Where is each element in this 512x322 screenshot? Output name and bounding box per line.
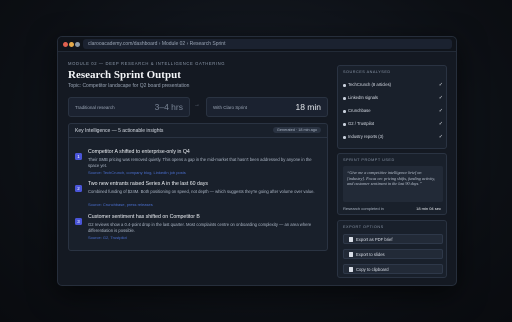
page-title: Research Sprint Output — [68, 69, 181, 81]
check-icon: ✓ — [438, 81, 443, 88]
insight-body: Their SMB pricing was removed quietly. T… — [88, 157, 312, 168]
sprint-prompt-panel: SPRINT PROMPT USED “Give me a competitiv… — [337, 153, 447, 215]
bullet-icon — [343, 97, 346, 100]
insight-body: G2 reviews show a 0.4-point drop in the … — [88, 222, 312, 233]
copy-clipboard-button[interactable]: Copy to clipboard — [343, 264, 443, 274]
bullet-icon — [343, 123, 346, 126]
completed-value: 18 min 04 sec — [416, 206, 441, 211]
slides-icon — [349, 252, 353, 257]
check-icon: ✓ — [438, 94, 443, 101]
source-row: Crunchbase ✓ — [343, 108, 443, 115]
source-row: Industry reports (3) ✓ — [343, 134, 443, 141]
source-row: G2 / Trustpilot ✓ — [343, 121, 443, 128]
export-heading: EXPORT OPTIONS — [343, 225, 384, 229]
insight-body: Combined funding of $24M. Both positioni… — [88, 189, 315, 194]
check-icon: ✓ — [438, 133, 443, 140]
close-window-dot[interactable] — [63, 42, 68, 47]
insight-source-link[interactable]: Source: TechCrunch, company blog, Linked… — [88, 170, 186, 175]
insight-source-link[interactable]: Source: G2, Trustpilot — [88, 235, 127, 240]
module-eyebrow: MODULE 02 — DEEP RESEARCH & INTELLIGENCE… — [68, 61, 226, 66]
completed-label: Research completed in — [343, 206, 384, 211]
prompt-text: “Give me a competitive intelligence brie… — [343, 166, 443, 202]
topic-line: Topic: Competitor landscape for Q2 board… — [68, 83, 190, 89]
time-comparison: Traditional research 3–4 hrs → With Clar… — [68, 97, 328, 117]
source-name: TechCrunch (8 articles) — [348, 82, 392, 87]
intel-heading: Key Intelligence — 5 actionable insights — [75, 128, 164, 134]
minimize-window-dot[interactable] — [69, 42, 74, 47]
sources-heading: SOURCES ANALYSED — [343, 70, 391, 74]
clipboard-icon — [349, 267, 353, 272]
insight-source-link[interactable]: Source: Crunchbase, press releases — [88, 202, 153, 207]
export-slides-label: Export to slides — [356, 252, 385, 257]
check-icon: ✓ — [438, 107, 443, 114]
traditional-label: Traditional research — [75, 105, 115, 110]
prompt-heading: SPRINT PROMPT USED — [343, 158, 395, 162]
source-name: Industry reports (3) — [348, 134, 384, 139]
bullet-icon — [343, 110, 346, 113]
insight-title: Customer sentiment has shifted on Compet… — [88, 214, 200, 220]
copy-clipboard-label: Copy to clipboard — [356, 267, 389, 272]
traditional-value: 3–4 hrs — [154, 102, 183, 112]
source-row: LinkedIn signals ✓ — [343, 95, 443, 102]
export-slides-button[interactable]: Export to slides — [343, 249, 443, 259]
check-icon: ✓ — [438, 120, 443, 127]
generated-badge: Generated · 18 min ago — [272, 127, 321, 133]
insight-title: Competitor A shifted to enterprise-only … — [88, 149, 190, 155]
address-bar[interactable]: clarooacademy.com/dashboard › Module 02 … — [83, 39, 452, 49]
app-window: clarooacademy.com/dashboard › Module 02 … — [57, 36, 457, 286]
claro-value: 18 min — [295, 102, 321, 112]
claro-sprint-card: With Claro Sprint 18 min — [206, 97, 328, 117]
source-name: Crunchbase — [348, 108, 371, 113]
insight-title: Two new entrants raised Series A in the … — [88, 181, 208, 187]
bullet-icon — [343, 136, 346, 139]
maximize-window-dot[interactable] — [75, 42, 80, 47]
main-content: MODULE 02 — DEEP RESEARCH & INTELLIGENCE… — [68, 61, 328, 281]
divider — [69, 137, 327, 138]
arrow-right-icon: → — [194, 102, 200, 108]
export-pdf-button[interactable]: Export as PDF brief — [343, 234, 443, 244]
source-name: LinkedIn signals — [348, 95, 379, 100]
export-pdf-label: Export as PDF brief — [356, 237, 393, 242]
insight-number: 3 — [75, 218, 82, 225]
bullet-icon — [343, 84, 346, 87]
source-row: TechCrunch (8 articles) ✓ — [343, 82, 443, 89]
document-icon — [349, 237, 353, 242]
key-intelligence-panel: Key Intelligence — 5 actionable insights… — [68, 123, 328, 251]
browser-titlebar: clarooacademy.com/dashboard › Module 02 … — [58, 37, 456, 52]
insight-number: 1 — [75, 153, 82, 160]
claro-label: With Claro Sprint — [213, 105, 248, 110]
source-name: G2 / Trustpilot — [348, 121, 375, 126]
traditional-research-card: Traditional research 3–4 hrs — [68, 97, 190, 117]
insight-number: 2 — [75, 185, 82, 192]
sources-panel: SOURCES ANALYSED TechCrunch (8 articles)… — [337, 65, 447, 149]
export-panel: EXPORT OPTIONS Export as PDF brief Expor… — [337, 220, 447, 278]
